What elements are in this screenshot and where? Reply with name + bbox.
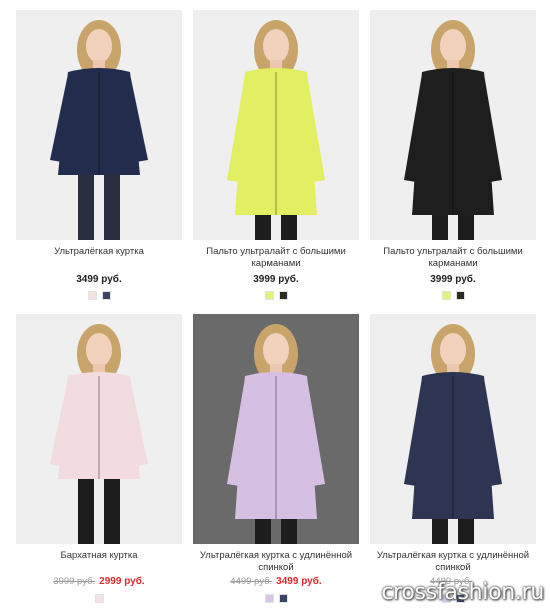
color-swatch[interactable] <box>278 291 288 300</box>
model-illustration <box>16 314 182 544</box>
color-swatch[interactable] <box>441 291 451 300</box>
product-photo[interactable] <box>16 10 182 240</box>
product-card[interactable]: Ультралёгкая куртка с удлинённой спинкой… <box>370 314 536 606</box>
site-watermark: crossfashion.ru <box>381 580 544 605</box>
sale-price: 3499 руб. <box>276 576 322 587</box>
model-leg <box>78 170 94 240</box>
product-price: 3499 руб. <box>76 274 122 285</box>
product-price: 3999 руб. <box>253 274 299 285</box>
price-row: 3999 руб. <box>370 274 536 286</box>
model-illustration <box>193 10 359 240</box>
model-face <box>440 333 466 367</box>
product-photo[interactable] <box>370 314 536 544</box>
color-swatches <box>193 291 359 300</box>
product-title[interactable]: Бархатная куртка <box>16 550 182 562</box>
color-swatches <box>16 594 182 603</box>
model-leg <box>104 474 120 544</box>
price-row: 4499 руб. 3499 руб. <box>193 576 359 588</box>
color-swatch[interactable] <box>264 594 274 603</box>
price-row: 3499 руб. <box>16 274 182 286</box>
model-illustration <box>16 10 182 240</box>
model-face <box>86 29 112 63</box>
old-price: 3999 руб. <box>53 576 96 587</box>
product-card[interactable]: Ультралёгкая куртка с удлинённой спинкой… <box>193 314 359 606</box>
product-photo[interactable] <box>370 10 536 240</box>
color-swatches <box>193 594 359 603</box>
model-illustration <box>370 10 536 240</box>
model-leg <box>104 170 120 240</box>
sale-price: 2999 руб. <box>99 576 145 587</box>
model-leg <box>78 474 94 544</box>
model-face <box>263 333 289 367</box>
product-card[interactable]: Пальто ультралайт с большими карманами 3… <box>370 10 536 300</box>
color-swatch[interactable] <box>455 291 465 300</box>
product-title[interactable]: Ультралёгкая куртка с удлинённой спинкой <box>193 550 359 574</box>
model-face <box>263 29 289 63</box>
product-card[interactable]: Пальто ультралайт с большими карманами 3… <box>193 10 359 300</box>
product-grid: Ультралёгкая куртка 3499 руб. Пальто уль… <box>0 0 550 609</box>
model-face <box>440 29 466 63</box>
product-photo[interactable] <box>193 314 359 544</box>
color-swatches <box>16 291 182 300</box>
product-price: 3999 руб. <box>430 274 476 285</box>
color-swatch[interactable] <box>94 594 104 603</box>
color-swatches <box>370 291 536 300</box>
color-swatch[interactable] <box>278 594 288 603</box>
product-card[interactable]: Бархатная куртка 3999 руб. 2999 руб. <box>16 314 182 606</box>
product-title[interactable]: Пальто ультралайт с большими карманами <box>370 246 536 270</box>
product-title[interactable]: Пальто ультралайт с большими карманами <box>193 246 359 270</box>
model-illustration <box>370 314 536 544</box>
old-price: 4499 руб. <box>230 576 273 587</box>
product-photo[interactable] <box>16 314 182 544</box>
color-swatch[interactable] <box>87 291 97 300</box>
product-card[interactable]: Ультралёгкая куртка 3499 руб. <box>16 10 182 300</box>
product-title[interactable]: Ультралёгкая куртка <box>16 246 182 258</box>
product-title[interactable]: Ультралёгкая куртка с удлинённой спинкой <box>370 550 536 574</box>
model-illustration <box>193 314 359 544</box>
product-photo[interactable] <box>193 10 359 240</box>
color-swatch[interactable] <box>101 291 111 300</box>
price-row: 3999 руб. 2999 руб. <box>16 576 182 588</box>
price-row: 3999 руб. <box>193 274 359 286</box>
model-face <box>86 333 112 367</box>
color-swatch[interactable] <box>264 291 274 300</box>
